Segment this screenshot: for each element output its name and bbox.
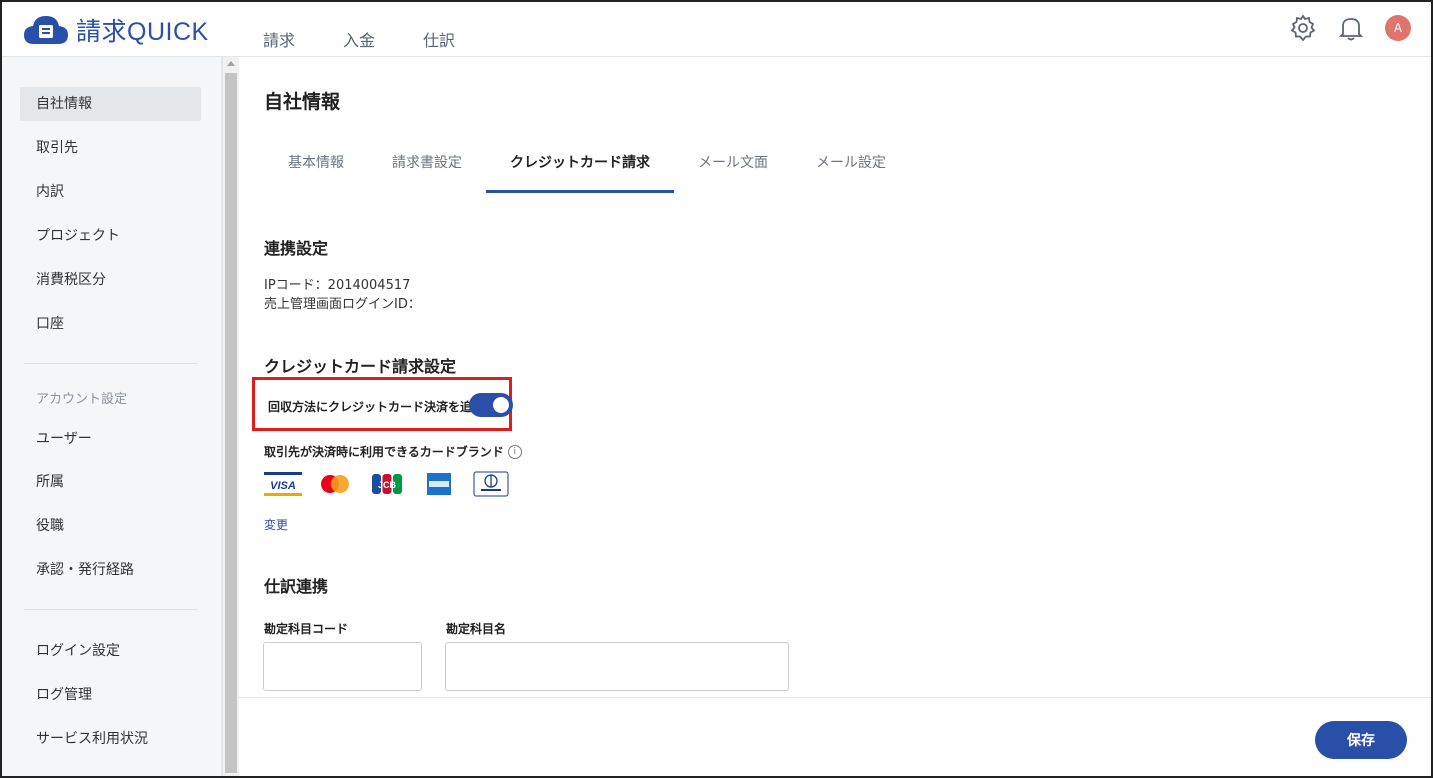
- visa-text: VISA: [270, 480, 296, 492]
- sidebar-divider: [24, 363, 197, 364]
- sidebar-item-position[interactable]: 役職: [20, 509, 201, 543]
- sidebar-item-tax-category[interactable]: 消費税区分: [20, 263, 201, 297]
- footer-bar: 保存: [239, 697, 1433, 778]
- sidebar-item-approval-route[interactable]: 承認・発行経路: [20, 553, 201, 587]
- jcb-text: JCB: [378, 480, 397, 490]
- highlight-box: 回収方法にクレジットカード決済を追加: [252, 377, 513, 431]
- login-id-text: 売上管理画面ログインID：: [264, 297, 421, 312]
- account-code-label: 勘定科目コード: [264, 622, 349, 636]
- credit-card-toggle[interactable]: [469, 393, 513, 417]
- sidebar-heading-account: アカウント設定: [36, 392, 128, 407]
- logo-text: 請求QUICK: [76, 18, 209, 46]
- account-name-label: 勘定科目名: [446, 622, 507, 636]
- tab-credit-card[interactable]: クレジットカード請求: [486, 137, 674, 193]
- toggle-knob: [493, 397, 509, 413]
- visa-icon: VISA: [264, 471, 302, 497]
- linkage-section-title: 連携設定: [264, 239, 329, 258]
- account-name-input[interactable]: [445, 642, 789, 691]
- sidebar-item-company-info[interactable]: 自社情報: [20, 87, 201, 121]
- amex-icon: [420, 471, 458, 497]
- topnav-item-payment[interactable]: 入金: [343, 27, 375, 51]
- user-avatar[interactable]: A: [1385, 15, 1411, 41]
- sidebar-item-department[interactable]: 所属: [20, 465, 201, 499]
- topnav-item-invoice[interactable]: 請求: [263, 27, 295, 51]
- page-title: 自社情報: [264, 91, 341, 113]
- sidebar-item-users[interactable]: ユーザー: [20, 422, 201, 456]
- card-brands-label: 取引先が決済時に利用できるカードブランド i: [264, 443, 522, 460]
- toggle-label: 回収方法にクレジットカード決済を追加: [268, 400, 485, 414]
- sidebar-item-breakdown[interactable]: 内訳: [20, 175, 201, 209]
- card-brand-list: VISA JCB: [264, 471, 524, 497]
- tab-invoice-settings[interactable]: 請求書設定: [368, 137, 486, 193]
- sidebar-item-clients[interactable]: 取引先: [20, 131, 201, 165]
- tab-mail-settings[interactable]: メール設定: [792, 137, 910, 193]
- sidebar-item-log-management[interactable]: ログ管理: [20, 678, 201, 712]
- journal-section-title: 仕訳連携: [264, 577, 329, 596]
- save-button[interactable]: 保存: [1315, 721, 1407, 759]
- mastercard-icon: [316, 471, 354, 497]
- sidebar-item-bank-account[interactable]: 口座: [20, 307, 201, 341]
- settings-tabs: 基本情報 請求書設定 クレジットカード請求 メール文面 メール設定: [264, 137, 910, 193]
- scrollbar-thumb[interactable]: [225, 73, 237, 773]
- gear-icon[interactable]: [1287, 12, 1319, 44]
- cloud-logo-icon: [24, 16, 68, 44]
- sidebar-scrollbar[interactable]: [222, 57, 239, 778]
- app-logo[interactable]: 請求QUICK: [22, 12, 209, 48]
- credit-section-title: クレジットカード請求設定: [264, 357, 457, 376]
- jcb-icon: JCB: [368, 471, 406, 497]
- change-brands-link[interactable]: 変更: [264, 516, 288, 533]
- scroll-up-arrow-icon[interactable]: [227, 61, 235, 66]
- bell-icon[interactable]: [1335, 12, 1367, 44]
- header-actions: A: [1271, 12, 1411, 44]
- sidebar-item-project[interactable]: プロジェクト: [20, 219, 201, 253]
- tab-basic-info[interactable]: 基本情報: [264, 137, 368, 193]
- sidebar-divider: [24, 609, 197, 610]
- account-code-input[interactable]: [263, 642, 422, 691]
- top-nav: 請求 入金 仕訳: [263, 27, 503, 51]
- tab-mail-text[interactable]: メール文面: [674, 137, 792, 193]
- sidebar-item-login-settings[interactable]: ログイン設定: [20, 634, 201, 668]
- topnav-item-journal[interactable]: 仕訳: [423, 27, 455, 51]
- sidebar-item-service-usage[interactable]: サービス利用状況: [20, 722, 201, 756]
- ip-code-text: IPコード：2014004517: [264, 278, 411, 293]
- app-header: 請求QUICK 請求 入金 仕訳 A: [0, 0, 1433, 57]
- diners-icon: [472, 471, 510, 497]
- main-content: 自社情報 基本情報 請求書設定 クレジットカード請求 メール文面 メール設定 連…: [239, 57, 1433, 778]
- card-brands-label-text: 取引先が決済時に利用できるカードブランド: [264, 445, 504, 459]
- sidebar: 自社情報 取引先 内訳 プロジェクト 消費税区分 口座 アカウント設定 ユーザー…: [0, 57, 222, 778]
- info-icon[interactable]: i: [507, 444, 522, 459]
